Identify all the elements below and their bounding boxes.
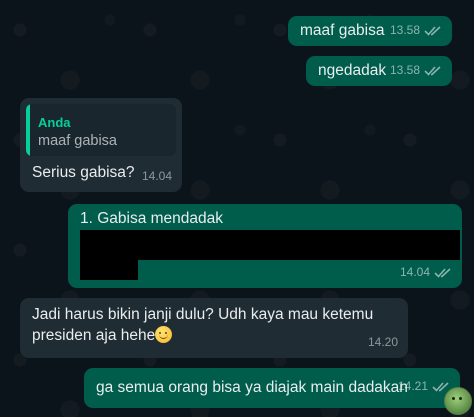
message-text-line-wrap: presiden aja hehe bbox=[32, 325, 173, 347]
message-time: 13.58 bbox=[389, 23, 420, 37]
double-check-icon bbox=[432, 381, 449, 392]
message-text: 1. Gabisa mendadak bbox=[80, 210, 224, 227]
redacted-block bbox=[80, 260, 138, 280]
message-time: 13.58 bbox=[389, 63, 420, 77]
message-time: 14.04 bbox=[141, 169, 172, 183]
message-meta: 14.21 bbox=[398, 375, 450, 397]
frog-sticker-icon bbox=[444, 387, 472, 415]
double-check-icon bbox=[434, 267, 451, 278]
quote-text: maaf gabisa bbox=[38, 133, 117, 149]
message-bubble-incoming[interactable]: Anda maaf gabisa Serius gabisa? 14.04 bbox=[20, 98, 182, 192]
message-text: ga semua orang bisa ya diajak main dadak… bbox=[96, 379, 408, 396]
message-text: ngedadak bbox=[318, 62, 387, 79]
message-bubble-outgoing[interactable]: maaf gabisa 13.58 bbox=[288, 16, 452, 46]
message-meta: 14.04 bbox=[142, 165, 172, 187]
redacted-block bbox=[80, 230, 460, 260]
message-bubble-outgoing[interactable]: 1. Gabisa mendadak 14.04 bbox=[68, 204, 462, 288]
double-check-icon bbox=[424, 65, 441, 76]
message-text: Serius gabisa? bbox=[32, 164, 135, 181]
message-time: 14.21 bbox=[397, 379, 428, 393]
message-meta: 14.20 bbox=[368, 331, 398, 353]
message-bubble-outgoing[interactable]: ngedadak 13.58 bbox=[306, 56, 452, 86]
message-meta: 13.58 bbox=[390, 59, 442, 81]
message-text: maaf gabisa bbox=[300, 22, 385, 39]
quote-accent-bar bbox=[26, 104, 30, 156]
message-meta: 13.58 bbox=[390, 19, 442, 41]
message-bubble-incoming[interactable]: Jadi harus bikin janji dulu? Udh kaya ma… bbox=[20, 298, 408, 358]
smiling-face-emoji bbox=[155, 326, 173, 343]
quoted-message[interactable]: Anda maaf gabisa bbox=[26, 104, 176, 156]
message-text-line: Jadi harus bikin janji dulu? Udh kaya ma… bbox=[32, 306, 374, 323]
message-meta: 14.04 bbox=[400, 261, 452, 283]
message-time: 14.20 bbox=[367, 335, 398, 349]
double-check-icon bbox=[424, 25, 441, 36]
message-text-line: presiden aja hehe bbox=[32, 327, 156, 344]
message-time: 14.04 bbox=[399, 265, 430, 279]
message-bubble-outgoing[interactable]: ga semua orang bisa ya diajak main dadak… bbox=[84, 368, 460, 408]
